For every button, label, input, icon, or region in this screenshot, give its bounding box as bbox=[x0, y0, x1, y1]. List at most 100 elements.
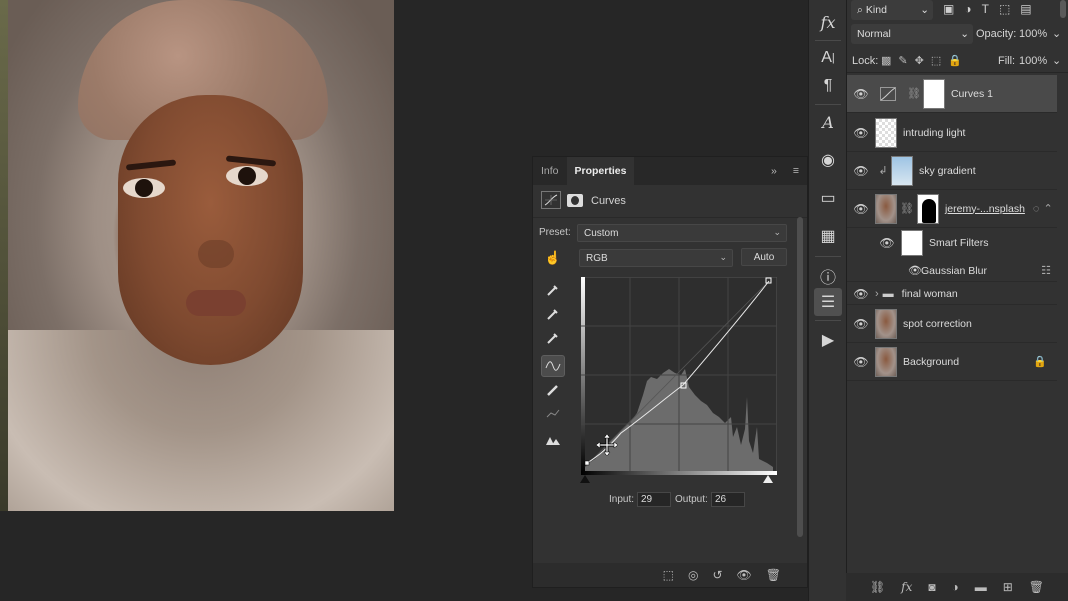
properties-tabs: Info Properties » ≡ bbox=[533, 157, 807, 185]
adjustment-filter-icon[interactable]: ◑ bbox=[964, 2, 971, 16]
chevron-down-icon[interactable]: ⌄ bbox=[1052, 54, 1061, 67]
trash-icon[interactable]: 🗑 bbox=[1029, 580, 1044, 594]
lock-paint-icon[interactable]: ✎ bbox=[898, 54, 907, 67]
targeted-adjustment-hand-icon[interactable]: ☝ bbox=[541, 247, 565, 269]
portrait-photo[interactable] bbox=[8, 0, 394, 511]
glyphs-icon[interactable]: A bbox=[814, 108, 842, 136]
info-icon[interactable]: ⓘ bbox=[814, 262, 842, 290]
blend-mode-dropdown[interactable]: Normal ⌄ bbox=[851, 24, 973, 44]
link-icon[interactable]: ⛓ bbox=[900, 202, 914, 215]
auto-button-label: Auto bbox=[753, 251, 775, 263]
properties-scrollbar[interactable] bbox=[797, 217, 803, 537]
layer-row[interactable]: 👁 ⛓ jeremy-...nsplash ◌ ⌃ bbox=[847, 190, 1057, 228]
visibility-eye-icon[interactable]: 👁 bbox=[847, 164, 875, 178]
lock-artboard-icon[interactable]: ⬚ bbox=[931, 54, 941, 67]
swatches-grid-icon[interactable]: ▦ bbox=[814, 222, 842, 250]
link-layers-icon[interactable]: ⛓ bbox=[870, 580, 885, 594]
actions-play-icon[interactable]: ▶ bbox=[814, 326, 842, 354]
layer-thumbnail bbox=[875, 117, 897, 148]
filter-options-icon[interactable]: ☷ bbox=[1041, 264, 1051, 277]
layer-filter-dropdown[interactable]: ⌕ Kind ⌄ bbox=[851, 0, 933, 20]
view-previous-state-icon[interactable]: ◎ bbox=[688, 568, 698, 582]
preset-value: Custom bbox=[584, 227, 619, 239]
visibility-eye-icon[interactable]: 👁 bbox=[847, 202, 875, 216]
gray-eyedropper-icon[interactable] bbox=[541, 303, 565, 325]
pencil-draw-icon[interactable] bbox=[541, 379, 565, 401]
lock-transparent-icon[interactable]: ▩ bbox=[881, 54, 891, 67]
lock-all-icon[interactable]: 🔒 bbox=[948, 54, 962, 67]
visibility-eye-icon[interactable]: 👁 bbox=[737, 568, 752, 582]
collapse-icon[interactable]: » bbox=[763, 157, 785, 185]
smart-filters-row[interactable]: 👁 Smart Filters bbox=[847, 228, 1057, 258]
lips bbox=[186, 290, 246, 316]
visibility-eye-icon[interactable]: 👁 bbox=[847, 287, 875, 301]
color-palette-icon[interactable]: ◉ bbox=[814, 146, 842, 174]
add-style-fx-icon[interactable]: fx bbox=[901, 580, 912, 594]
chevron-up-icon[interactable]: ⌃ bbox=[1043, 202, 1052, 215]
tab-properties[interactable]: Properties bbox=[566, 157, 635, 185]
visibility-eye-icon[interactable]: 👁 bbox=[847, 317, 875, 331]
opacity-value[interactable]: 100% bbox=[1019, 28, 1047, 40]
visibility-eye-icon[interactable]: 👁 bbox=[847, 126, 875, 140]
layers-scrollbar[interactable] bbox=[1060, 0, 1066, 18]
shape-filter-icon[interactable]: ⬚ bbox=[999, 2, 1010, 16]
mask-icon[interactable] bbox=[567, 194, 583, 207]
opacity-label: Opacity: bbox=[976, 28, 1017, 40]
visibility-eye-icon[interactable]: 👁 bbox=[847, 355, 875, 369]
layer-group-row[interactable]: 👁 › ▬ final woman bbox=[847, 283, 1057, 305]
add-mask-icon[interactable]: ◙ bbox=[928, 580, 935, 594]
smooth-curve-icon[interactable] bbox=[541, 403, 565, 425]
paragraph-icon[interactable]: ¶ bbox=[814, 72, 842, 100]
fx-icon[interactable]: fx bbox=[814, 8, 842, 36]
curve-point-black[interactable] bbox=[584, 460, 590, 466]
layer-mask-thumbnail[interactable] bbox=[916, 193, 939, 224]
new-adjustment-icon[interactable]: ◑ bbox=[952, 580, 959, 594]
channel-dropdown[interactable]: RGB ⌄ bbox=[579, 249, 733, 267]
tab-info[interactable]: Info bbox=[533, 157, 567, 185]
chevron-right-icon[interactable]: › bbox=[875, 288, 879, 300]
lock-label: Lock: bbox=[852, 55, 879, 67]
clipping-warning-icon[interactable] bbox=[541, 429, 565, 451]
chevron-down-icon[interactable]: ⌄ bbox=[1052, 27, 1061, 40]
input-field[interactable]: 29 bbox=[637, 492, 671, 507]
layer-row[interactable]: 👁 Background 🔒 bbox=[847, 343, 1057, 381]
smart-object-filter-icon[interactable]: ▤ bbox=[1020, 2, 1031, 16]
curves-graph[interactable] bbox=[581, 277, 777, 473]
new-layer-icon[interactable]: ⊞ bbox=[1003, 580, 1013, 594]
auto-button[interactable]: Auto bbox=[741, 248, 787, 266]
layer-row[interactable]: 👁 spot correction bbox=[847, 305, 1057, 343]
output-field[interactable]: 26 bbox=[711, 492, 745, 507]
white-eyedropper-icon[interactable] bbox=[541, 327, 565, 349]
trash-icon[interactable]: 🗑 bbox=[766, 568, 781, 582]
lock-position-icon[interactable]: ✥ bbox=[915, 54, 924, 67]
layer-row[interactable]: 👁 intruding light bbox=[847, 114, 1057, 152]
type-filter-icon[interactable]: T bbox=[982, 2, 989, 16]
filter-mask-thumbnail[interactable] bbox=[901, 230, 923, 256]
visibility-eye-icon[interactable]: 👁 bbox=[873, 236, 901, 250]
layer-row[interactable]: 👁 ⛓ Curves 1 bbox=[847, 75, 1057, 113]
visibility-eye-icon[interactable]: 👁 bbox=[847, 87, 875, 101]
black-eyedropper-icon[interactable] bbox=[541, 279, 565, 301]
layer-thumbnail bbox=[875, 308, 897, 339]
curves-adjustment-icon bbox=[875, 79, 901, 109]
character-icon[interactable]: A | bbox=[814, 44, 842, 72]
layer-row[interactable]: 👁 ↲ sky gradient bbox=[847, 152, 1057, 190]
panel-menu-icon[interactable]: ≡ bbox=[785, 157, 807, 185]
layer-mask-thumbnail[interactable] bbox=[922, 78, 945, 109]
reset-icon[interactable]: ↺ bbox=[712, 568, 722, 582]
properties-sliders-icon[interactable]: ☰ bbox=[814, 288, 842, 316]
white-point-slider[interactable] bbox=[763, 475, 773, 483]
preset-dropdown[interactable]: Custom ⌄ bbox=[577, 224, 787, 242]
filter-row[interactable]: 👁 Gaussian Blur ☷ bbox=[847, 260, 1057, 282]
clip-to-layer-icon[interactable]: ⬚ bbox=[663, 568, 674, 582]
layer-name: spot correction bbox=[903, 317, 972, 330]
pixel-filter-icon[interactable]: ▣ bbox=[943, 2, 954, 16]
curves-adjustment-icon bbox=[541, 191, 561, 209]
edit-points-curve-icon[interactable] bbox=[541, 355, 565, 377]
black-point-slider[interactable] bbox=[580, 475, 590, 483]
link-icon[interactable]: ⛓ bbox=[907, 87, 921, 100]
fill-value[interactable]: 100% bbox=[1019, 55, 1047, 67]
new-group-folder-icon[interactable]: ▬ bbox=[975, 580, 987, 594]
layer-name: Background bbox=[903, 355, 960, 368]
gradients-icon[interactable]: ▭ bbox=[814, 184, 842, 212]
